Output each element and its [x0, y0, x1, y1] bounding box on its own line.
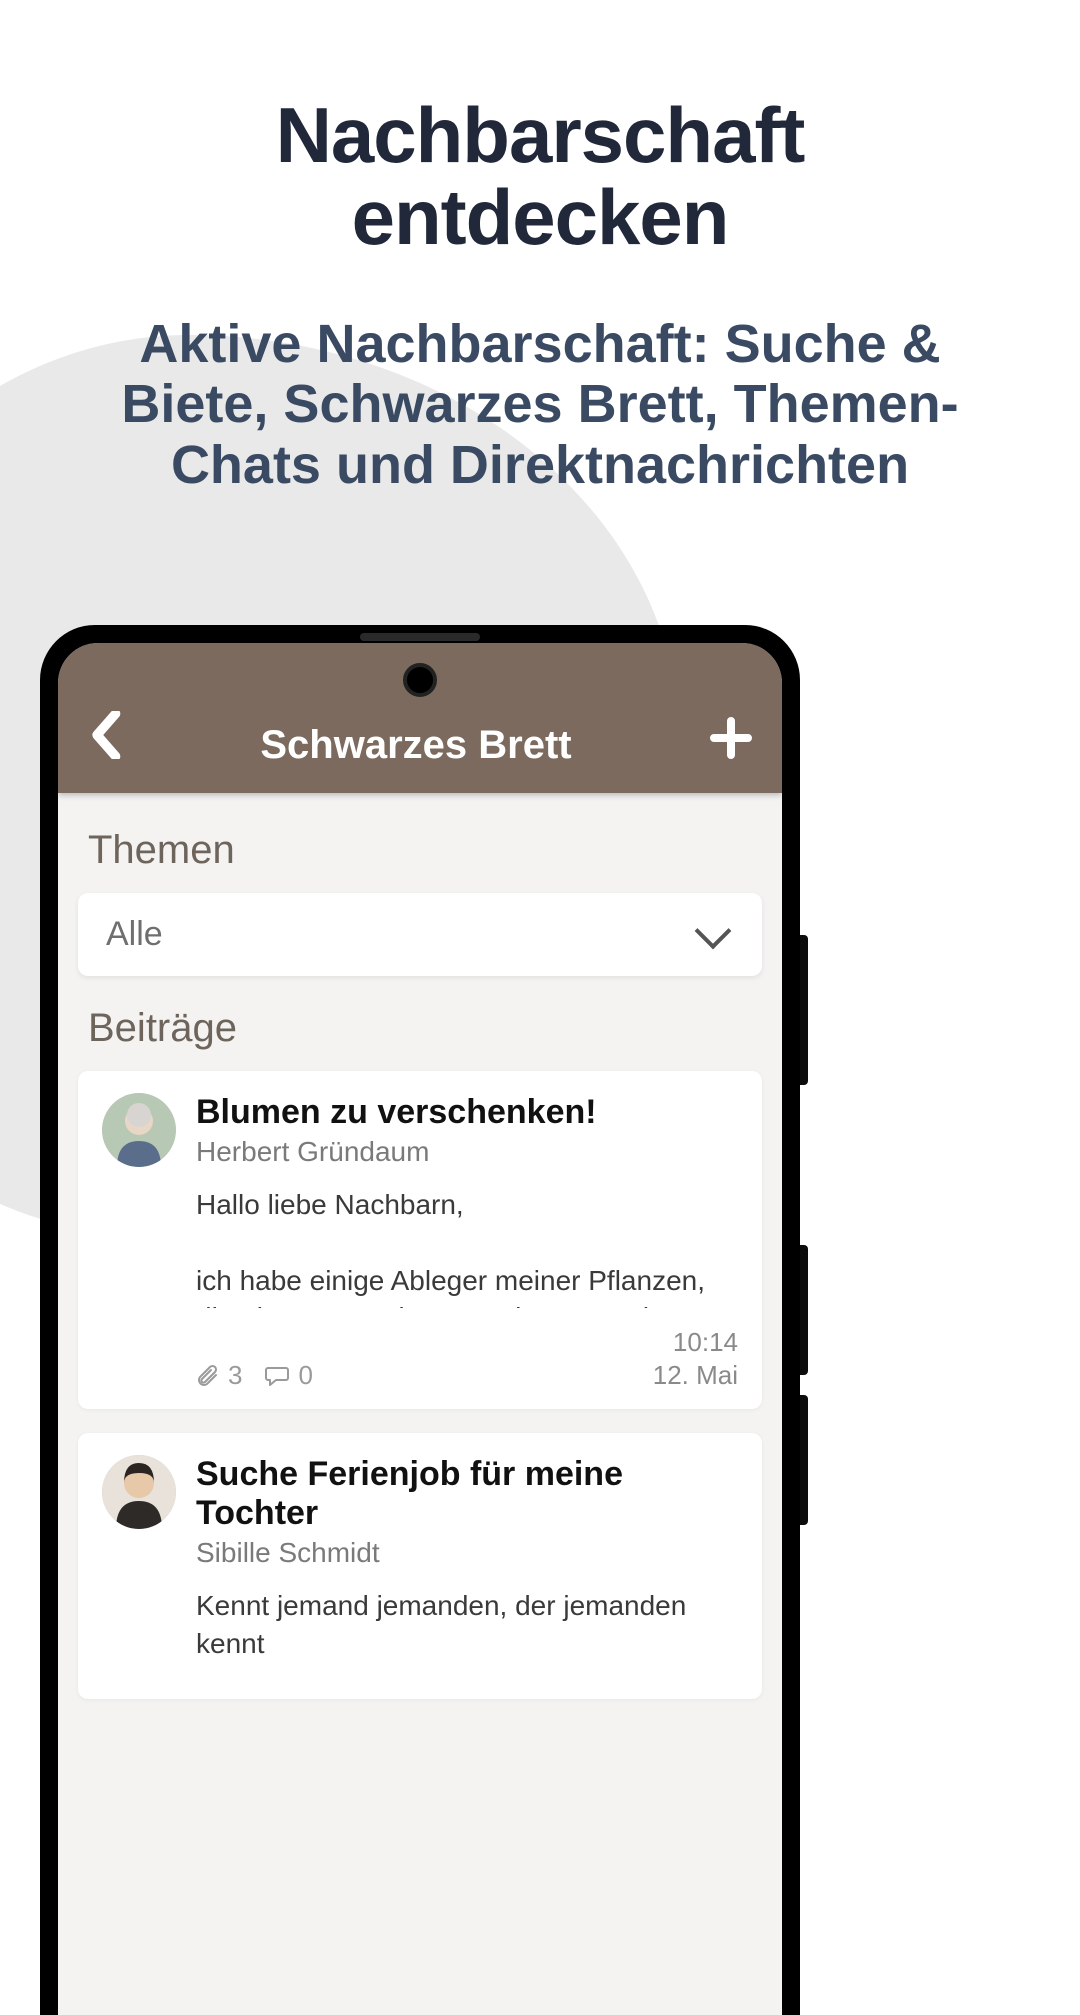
phone-camera — [403, 663, 437, 697]
header-title: Schwarzes Brett — [260, 723, 571, 768]
chevron-down-icon — [695, 912, 732, 949]
themen-dropdown[interactable]: Alle — [78, 893, 762, 976]
page-title: Nachbarschaft entdecken — [0, 95, 1080, 259]
post-body: Blumen zu verschenken! Herbert Gründaum … — [196, 1093, 738, 1391]
add-icon[interactable] — [710, 716, 752, 768]
attachment-meta: 3 — [196, 1360, 242, 1391]
phone-side-button — [800, 935, 808, 1085]
content-area: Themen Alle Beiträge Blumen zu verschenk… — [58, 793, 782, 1699]
post-card[interactable]: Blumen zu verschenken! Herbert Gründaum … — [78, 1071, 762, 1409]
post-body: Suche Ferienjob für meine Tochter Sibill… — [196, 1455, 738, 1681]
attachment-count: 3 — [228, 1360, 242, 1391]
post-date: 12. Mai — [653, 1359, 738, 1392]
post-meta: 3 0 — [196, 1360, 313, 1391]
phone-frame: Schwarzes Brett Themen Alle Beiträge Blu… — [40, 625, 800, 2015]
avatar — [102, 1093, 176, 1167]
dropdown-value: Alle — [106, 915, 163, 954]
post-footer: 3 0 10:14 12. Mai — [196, 1326, 738, 1391]
beitraege-label: Beiträge — [88, 1006, 762, 1051]
post-author: Herbert Gründaum — [196, 1136, 738, 1168]
phone-side-button — [800, 1395, 808, 1525]
paperclip-icon — [196, 1364, 220, 1388]
back-icon[interactable] — [88, 711, 122, 768]
post-card[interactable]: Suche Ferienjob für meine Tochter Sibill… — [78, 1433, 762, 1699]
post-timestamp: 10:14 12. Mai — [653, 1326, 738, 1391]
phone-screen: Schwarzes Brett Themen Alle Beiträge Blu… — [58, 643, 782, 2015]
post-author: Sibille Schmidt — [196, 1537, 738, 1569]
post-text: Hallo liebe Nachbarn, ich habe einige Ab… — [196, 1186, 738, 1308]
post-title: Blumen zu verschenken! — [196, 1093, 738, 1132]
phone-side-button — [800, 1245, 808, 1375]
avatar — [102, 1455, 176, 1529]
post-title: Suche Ferienjob für meine Tochter — [196, 1455, 738, 1533]
page-subtitle: Aktive Nachbarschaft: Suche & Biete, Sch… — [0, 314, 1080, 495]
page-title-line1: Nachbarschaft — [276, 91, 805, 179]
page-title-line2: entdecken — [352, 173, 729, 261]
comment-meta: 0 — [264, 1360, 312, 1391]
comment-count: 0 — [298, 1360, 312, 1391]
phone-speaker — [360, 633, 480, 641]
themen-label: Themen — [88, 828, 762, 873]
post-time: 10:14 — [653, 1326, 738, 1359]
comment-icon — [264, 1364, 290, 1388]
post-text: Kennt jemand jemanden, der jemanden kenn… — [196, 1587, 738, 1663]
